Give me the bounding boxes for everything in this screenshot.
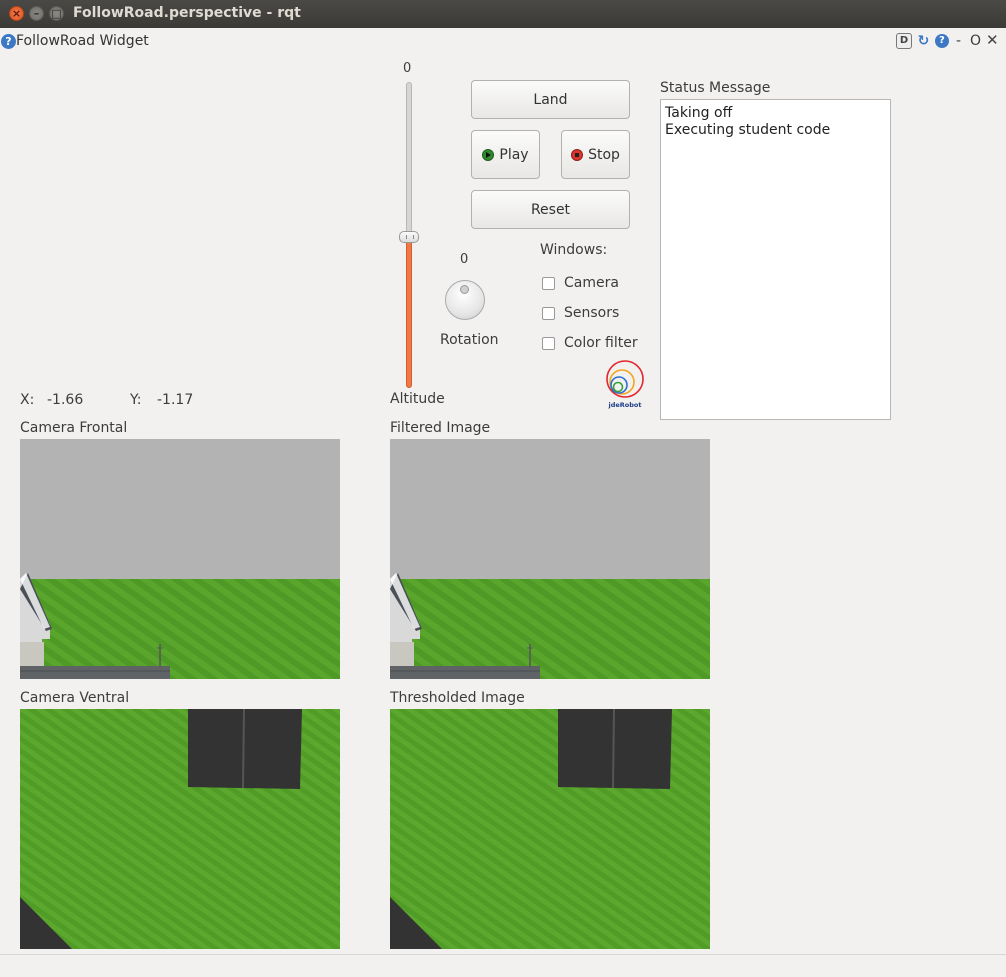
- window-maximize-button[interactable]: □: [49, 6, 64, 21]
- camera-frontal-image: [20, 439, 340, 679]
- widget-title: FollowRoad Widget: [16, 33, 149, 49]
- logo-text: jdeRobot: [608, 401, 642, 409]
- sensors-checkbox-row[interactable]: Sensors: [542, 305, 619, 321]
- color-filter-checkbox-label: Color filter: [564, 335, 638, 351]
- play-icon: [482, 148, 495, 161]
- status-line: Taking off: [665, 105, 733, 121]
- status-message-box[interactable]: Taking off Executing student code: [660, 99, 891, 420]
- close-icon[interactable]: ✕: [986, 31, 999, 49]
- camera-checkbox-label: Camera: [564, 275, 619, 291]
- camera-checkbox-row[interactable]: Camera: [542, 275, 619, 291]
- dash-icon[interactable]: -: [956, 33, 961, 49]
- altitude-slider-handle[interactable]: [399, 231, 419, 243]
- land-button[interactable]: Land: [471, 80, 630, 119]
- reset-button[interactable]: Reset: [471, 190, 630, 229]
- rotation-value: 0: [460, 252, 469, 267]
- y-value: -1.17: [157, 392, 194, 408]
- float-icon[interactable]: O: [970, 33, 981, 49]
- d-icon[interactable]: D: [896, 33, 912, 49]
- reset-button-label: Reset: [530, 201, 571, 218]
- windows-label: Windows:: [540, 242, 608, 258]
- color-filter-checkbox-row[interactable]: Color filter: [542, 335, 638, 351]
- altitude-slider-fill: [406, 238, 412, 388]
- widget-header-controls: D ↻ ?: [896, 33, 949, 50]
- window-close-button[interactable]: ×: [9, 6, 24, 21]
- filtered-image: [390, 439, 710, 679]
- color-filter-checkbox[interactable]: [542, 336, 555, 350]
- sensors-checkbox-label: Sensors: [564, 305, 620, 321]
- stop-button[interactable]: Stop: [561, 130, 630, 179]
- altitude-label: Altitude: [390, 391, 445, 407]
- window-minimize-button[interactable]: –: [29, 6, 44, 21]
- stop-button-label: Stop: [588, 146, 620, 163]
- stop-icon: [571, 148, 584, 161]
- x-value: -1.66: [47, 392, 84, 408]
- jderobot-logo: jdeRobot: [606, 360, 644, 409]
- camera-ventral-label: Camera Ventral: [20, 690, 130, 706]
- title-bar: × – □ FollowRoad.perspective - rqt: [0, 0, 1006, 28]
- reload-icon[interactable]: ↻: [916, 34, 930, 48]
- x-label: X:: [20, 392, 35, 408]
- camera-ventral-image: [20, 709, 340, 949]
- thresholded-image-label: Thresholded Image: [390, 690, 525, 706]
- land-button-label: Land: [533, 91, 568, 108]
- camera-checkbox[interactable]: [542, 276, 555, 290]
- play-button[interactable]: Play: [471, 130, 540, 179]
- help-icon[interactable]: ?: [1, 34, 16, 49]
- window-title: FollowRoad.perspective - rqt: [73, 5, 301, 21]
- filtered-image-label: Filtered Image: [390, 420, 491, 436]
- thresholded-image: [390, 709, 710, 949]
- rotation-label: Rotation: [440, 332, 499, 348]
- altitude-value: 0: [403, 61, 412, 76]
- camera-frontal-label: Camera Frontal: [20, 420, 128, 436]
- sensors-checkbox[interactable]: [542, 306, 555, 320]
- y-label: Y:: [130, 392, 142, 408]
- bottom-divider: [0, 954, 1006, 955]
- play-button-label: Play: [499, 146, 529, 163]
- status-line: Executing student code: [665, 122, 831, 138]
- rotation-dial-indicator: [460, 285, 469, 294]
- help-icon[interactable]: ?: [934, 34, 949, 48]
- status-message-label: Status Message: [660, 80, 771, 96]
